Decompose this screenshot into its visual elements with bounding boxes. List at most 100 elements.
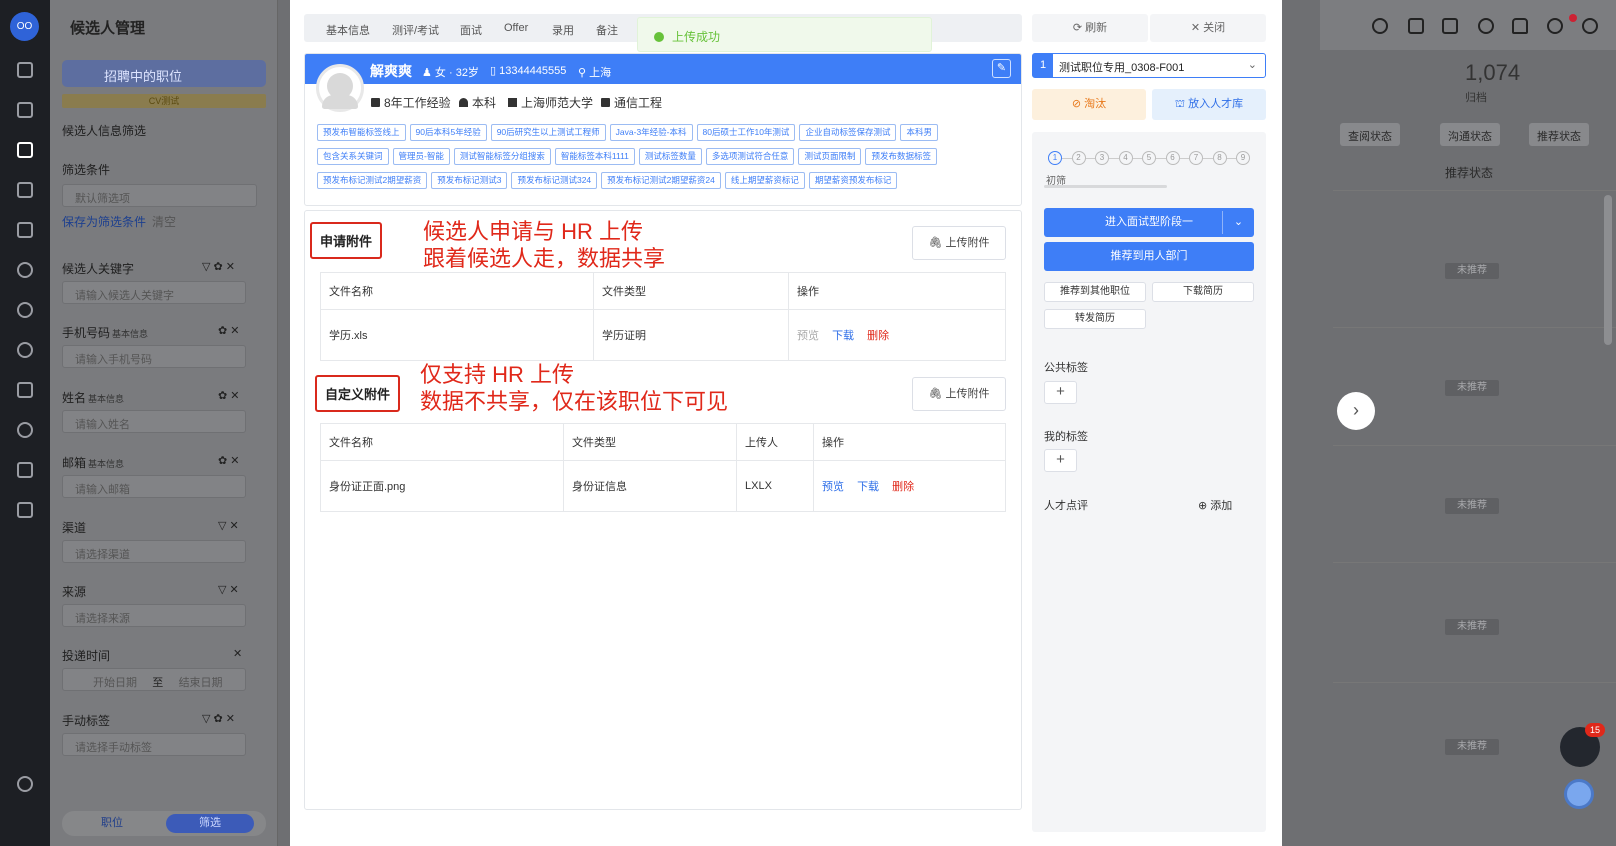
puzzle-icon[interactable]: [1442, 18, 1458, 34]
team-icon[interactable]: [17, 462, 33, 478]
job-selector[interactable]: 招聘中的职位: [62, 60, 266, 87]
close-button[interactable]: ✕ 关闭: [1150, 14, 1266, 42]
recommend-other-button[interactable]: 推荐到其他职位: [1044, 282, 1146, 302]
date-range-input[interactable]: 开始日期 至 结束日期: [62, 668, 246, 691]
filter-controls[interactable]: ▽ ✕: [218, 519, 239, 532]
stage-step[interactable]: 4: [1118, 151, 1133, 165]
tab-notes[interactable]: 备注: [596, 22, 618, 38]
download-link[interactable]: 下载: [857, 481, 879, 493]
tab-assessment[interactable]: 测评/考试: [392, 22, 439, 38]
tab-hire[interactable]: 录用: [552, 22, 574, 38]
email-input[interactable]: 请输入邮箱: [62, 475, 246, 498]
refresh-button[interactable]: ⟳ 刷新: [1032, 14, 1148, 42]
filter-controls[interactable]: ✿ ✕: [218, 454, 240, 467]
enter-stage-button[interactable]: 进入面试型阶段一 ⌄: [1044, 208, 1254, 237]
col-header: 上传人: [736, 423, 814, 461]
filter-controls[interactable]: ✕: [233, 647, 242, 660]
id-card-icon[interactable]: [17, 222, 33, 238]
filter-controls[interactable]: ▽ ✕: [218, 583, 239, 596]
candidate-tags: 预发布智能标签线上 90后本科5年经验 90后研究生以上测试工程师 Java-3年经验…: [315, 124, 1015, 196]
stage-step[interactable]: 7: [1189, 151, 1203, 165]
filter-label-source: 来源: [62, 585, 87, 599]
clear-link[interactable]: 清空: [152, 215, 176, 229]
column-filter-contact[interactable]: 沟通状态: [1440, 123, 1500, 146]
source-select[interactable]: 请选择来源: [62, 604, 246, 627]
download-resume-button[interactable]: 下载简历: [1152, 282, 1254, 302]
major: 通信工程: [601, 94, 662, 111]
add-my-tag-button[interactable]: +: [1044, 449, 1077, 472]
tab-jobs[interactable]: 职位: [68, 814, 156, 833]
add-review-button[interactable]: ⊕ 添加: [1198, 497, 1232, 513]
briefcase-icon[interactable]: [17, 102, 33, 118]
target-icon[interactable]: [17, 302, 33, 318]
stage-step[interactable]: 3: [1095, 151, 1109, 165]
filter-controls[interactable]: ✿ ✕: [218, 324, 240, 337]
tab-filter[interactable]: 筛选: [166, 814, 254, 833]
delete-link[interactable]: 删除: [892, 481, 914, 493]
add-public-tag-button[interactable]: +: [1044, 381, 1077, 404]
dashboard-icon[interactable]: [17, 62, 33, 78]
next-candidate-button[interactable]: ›: [1337, 392, 1375, 430]
candidate-tag: 管理员-智能: [392, 148, 450, 165]
talent-review-label: 人才点评: [1044, 500, 1088, 512]
column-filter-recommend[interactable]: 推荐状态: [1529, 123, 1589, 146]
user-settings-icon[interactable]: [17, 502, 33, 518]
preview-link[interactable]: 预览: [822, 481, 844, 493]
bar-chart-icon[interactable]: [17, 382, 33, 398]
keyword-input[interactable]: 请输入候选人关键字: [62, 281, 246, 304]
candidate-tag: 多选项测试符合任意: [705, 148, 795, 165]
job-select[interactable]: 1 测试职位专用_0308-F001 ⌄: [1032, 53, 1266, 78]
candidate-tag: 预发布智能标签线上: [317, 124, 406, 141]
pie-chart-icon[interactable]: [17, 342, 33, 358]
stage-step[interactable]: 5: [1142, 151, 1156, 165]
phone-input[interactable]: 请输入手机号码: [62, 345, 246, 368]
filter-controls[interactable]: ✿ ✕: [218, 389, 240, 402]
edit-icon[interactable]: ✎: [992, 59, 1011, 78]
attachments-panel: 申请附件 候选人申请与 HR 上传 跟着候选人走，数据共享 🖇 上传附件 文件名称…: [304, 210, 1022, 810]
col-header: 文件名称: [320, 423, 564, 461]
step-progress: [1044, 185, 1167, 188]
stage-step[interactable]: 9: [1236, 151, 1250, 165]
link-icon[interactable]: [1547, 18, 1563, 34]
tab-offer[interactable]: Offer: [504, 22, 528, 34]
person-circle-icon[interactable]: [17, 422, 33, 438]
tab-interview[interactable]: 面试: [460, 22, 482, 38]
stage-step[interactable]: 2: [1071, 151, 1086, 165]
chevron-right-icon: ›: [1353, 400, 1359, 420]
stage-step[interactable]: 6: [1165, 151, 1180, 165]
talent-pool-button[interactable]: ⛫ 放入人才库: [1152, 89, 1266, 120]
upload-apply-attach-button[interactable]: 🖇 上传附件: [912, 226, 1006, 260]
filter-controls[interactable]: ▽ ✿ ✕: [202, 712, 235, 725]
support-icon[interactable]: [1478, 18, 1494, 34]
recommend-dept-button[interactable]: 推荐到用人部门: [1044, 242, 1254, 271]
eliminate-button[interactable]: ⊘ 淘汰: [1032, 89, 1146, 120]
chevron-down-icon[interactable]: ⌄: [1222, 211, 1254, 234]
gear-icon[interactable]: [17, 776, 33, 792]
document-icon[interactable]: [1408, 18, 1424, 34]
help-icon[interactable]: [1372, 18, 1388, 34]
bell-icon[interactable]: [1512, 18, 1528, 34]
channel-select[interactable]: 请选择渠道: [62, 540, 246, 563]
forward-resume-button[interactable]: 转发简历: [1044, 309, 1146, 329]
candidate-tag: 本科男: [900, 124, 938, 141]
candidate-tag: 包含关系关键词: [317, 148, 389, 165]
candidate-icon[interactable]: [17, 142, 33, 158]
delete-link[interactable]: 删除: [867, 330, 889, 342]
filter-controls[interactable]: ▽ ✿ ✕: [202, 260, 235, 273]
preview-link[interactable]: 预览: [797, 330, 819, 342]
stage-step[interactable]: 1: [1048, 151, 1062, 165]
name-input[interactable]: 请输入姓名: [62, 410, 246, 433]
assistant-bot-icon[interactable]: [1564, 779, 1594, 809]
stage-step[interactable]: 8: [1212, 151, 1227, 165]
user-avatar-icon[interactable]: [1582, 18, 1598, 34]
upload-custom-attach-button[interactable]: 🖇 上传附件: [912, 377, 1006, 411]
scrollbar[interactable]: [1604, 195, 1612, 345]
chat-icon[interactable]: [17, 262, 33, 278]
save-filter-link[interactable]: 保存为筛选条件 清空: [62, 213, 176, 230]
manual-tag-select[interactable]: 请选择手动标签: [62, 733, 246, 756]
conditions-select[interactable]: 默认筛选项: [62, 184, 257, 207]
calendar-icon[interactable]: [17, 182, 33, 198]
column-filter-view[interactable]: 查阅状态: [1340, 123, 1400, 146]
download-link[interactable]: 下载: [832, 330, 854, 342]
tab-basic-info[interactable]: 基本信息: [326, 22, 370, 38]
